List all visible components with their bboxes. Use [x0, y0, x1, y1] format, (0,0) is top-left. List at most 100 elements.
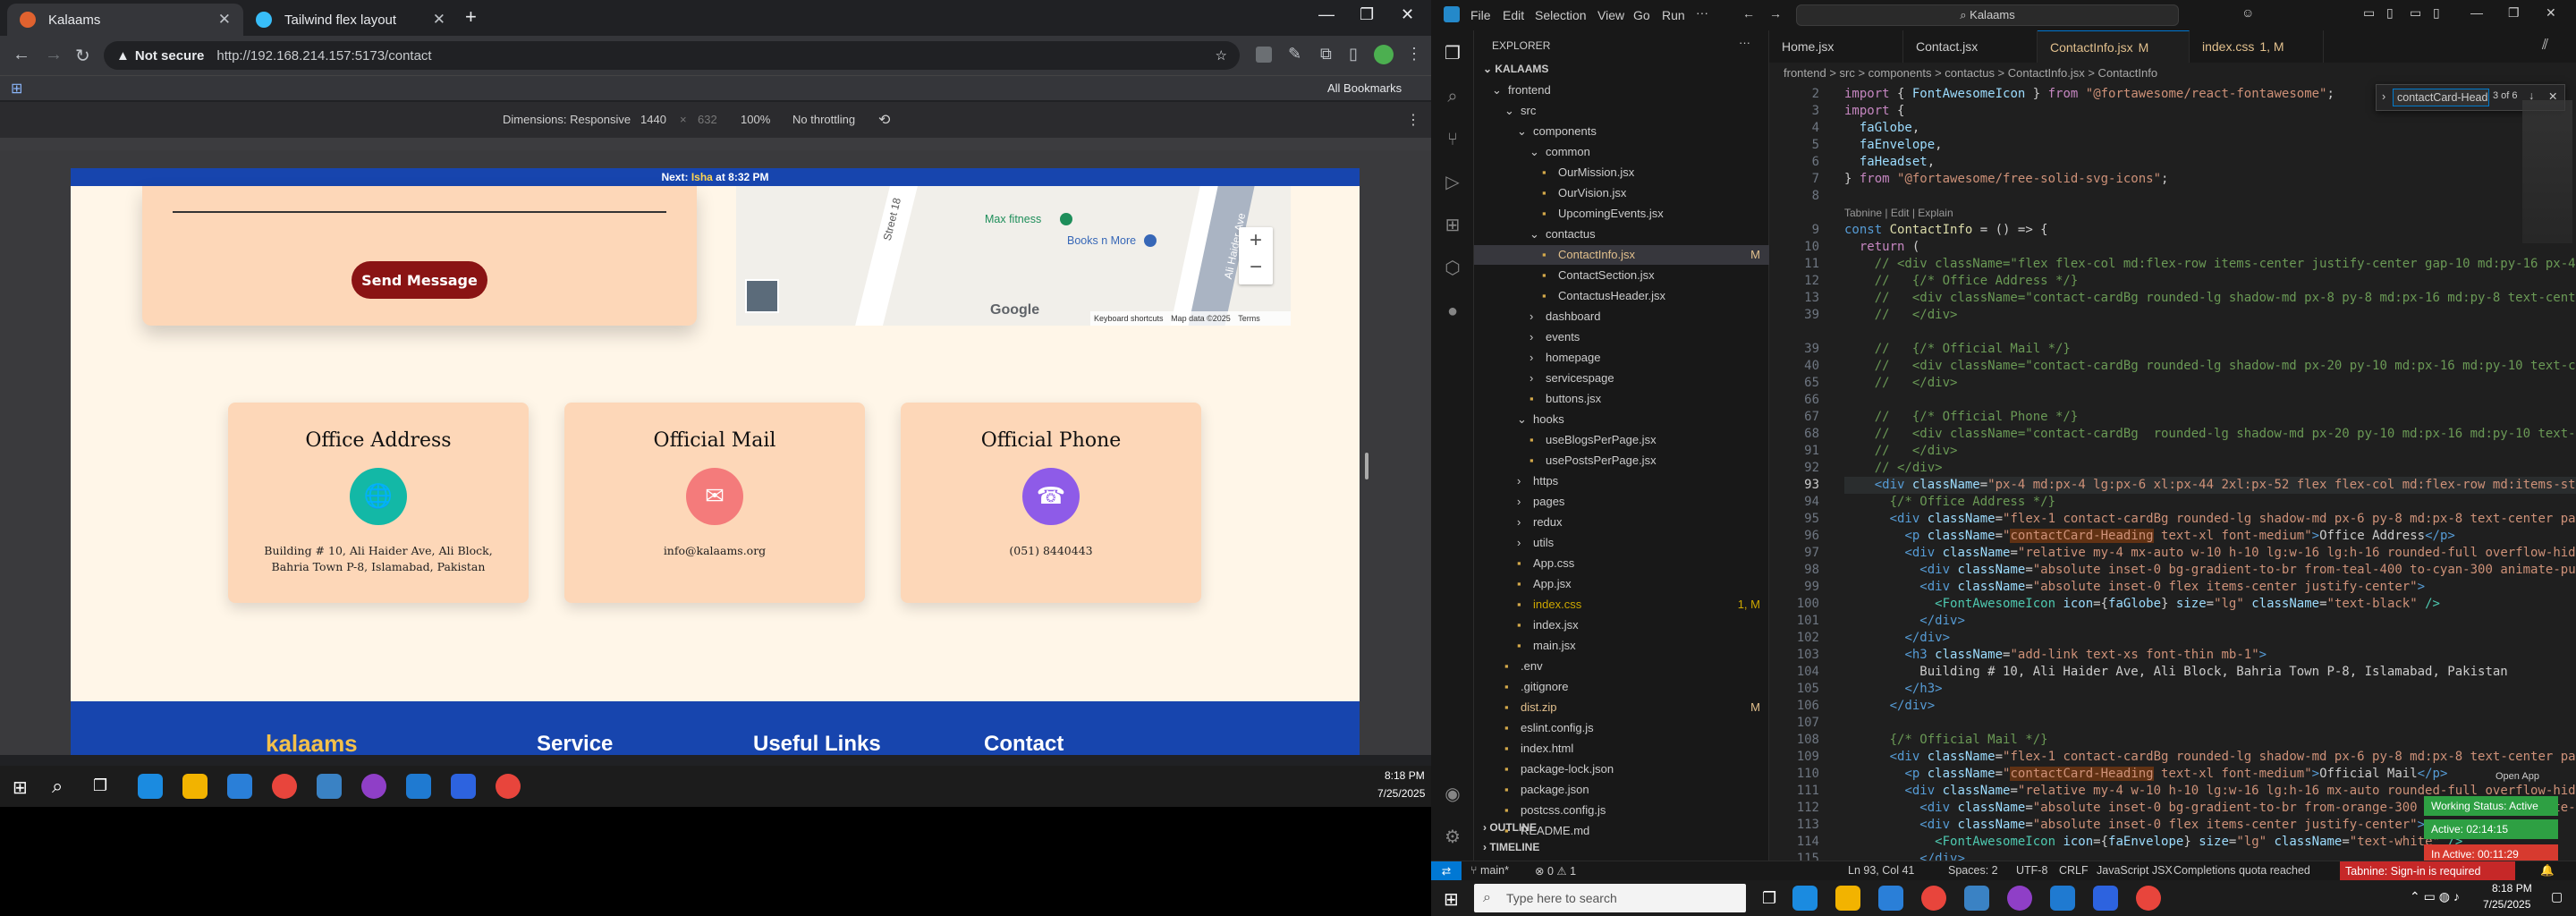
outline-section[interactable]: › OUTLINE	[1483, 821, 1537, 834]
windows-start-icon[interactable]: ⊞	[1444, 888, 1459, 911]
file-item[interactable]: ▪ App.jsx	[1474, 574, 1769, 594]
poi-books-n-more[interactable]: Books n More	[1067, 234, 1136, 247]
remote-indicator-icon[interactable]: ⇄	[1431, 861, 1462, 881]
search-icon[interactable]: ⌕	[52, 775, 63, 798]
folder-item[interactable]: › pages	[1474, 492, 1769, 512]
timeline-section[interactable]: › TIMELINE	[1483, 841, 1539, 853]
folder-item[interactable]: › events	[1474, 327, 1769, 347]
file-item[interactable]: ▪ package.json	[1474, 780, 1769, 800]
vscode-icon[interactable]	[2050, 886, 2075, 911]
file-item[interactable]: ▪ index.jsx	[1474, 615, 1769, 635]
profile-avatar[interactable]	[1374, 45, 1394, 64]
find-input[interactable]: contactCard-Heading	[2393, 89, 2489, 106]
file-item[interactable]: ▪ usePostsPerPage.jsx	[1474, 451, 1769, 471]
bookmark-star-icon[interactable]: ☆	[1216, 47, 1227, 64]
new-tab-icon[interactable]: +	[465, 5, 477, 29]
code-editor[interactable]: 2 import { FontAwesomeIcon } from "@forta…	[1769, 84, 2576, 868]
back-icon[interactable]: ←	[13, 45, 30, 65]
width-input[interactable]: 1440	[640, 113, 666, 126]
line-ending[interactable]: CRLF	[2059, 864, 2089, 877]
vscode-icon[interactable]	[406, 774, 431, 799]
height-input[interactable]: 632	[698, 113, 717, 126]
file-item[interactable]: ▪ ContactusHeader.jsx	[1474, 286, 1769, 306]
command-center[interactable]: ⌕ Kalaams	[1796, 4, 2179, 26]
menu-view[interactable]: View	[1597, 8, 1624, 22]
all-bookmarks[interactable]: All Bookmarks	[1327, 81, 1402, 95]
file-item[interactable]: ▪ useBlogsPerPage.jsx	[1474, 430, 1769, 450]
close-window-icon[interactable]: ✕	[1401, 5, 1414, 24]
forward-icon[interactable]: →	[45, 45, 63, 65]
github-desktop-icon[interactable]	[361, 774, 386, 799]
folder-item[interactable]: › dashboard	[1474, 307, 1769, 327]
file-item[interactable]: ▪ OurVision.jsx	[1474, 183, 1769, 203]
throttle-select[interactable]: No throttling	[792, 113, 855, 126]
folder-item[interactable]: ⌄ components	[1474, 122, 1769, 141]
source-control-icon[interactable]: ⑂	[1442, 129, 1463, 150]
menu-file[interactable]: File	[1470, 8, 1491, 22]
poi-max-fitness[interactable]: Max fitness	[985, 213, 1041, 225]
tab-kalaams[interactable]: Kalaams ✕	[7, 4, 243, 36]
folder-item[interactable]: › homepage	[1474, 348, 1769, 368]
folder-item[interactable]: › utils	[1474, 533, 1769, 553]
editor-tab[interactable]: index.css 1, M	[2190, 30, 2324, 63]
menu-selection[interactable]: Selection	[1535, 8, 1587, 22]
project-root[interactable]: ⌄ KALAAMS	[1483, 63, 1548, 75]
file-item[interactable]: ▪ .gitignore	[1474, 677, 1769, 697]
github-icon[interactable]: ⬡	[1442, 258, 1463, 279]
extensions-icon[interactable]: ⊞	[1442, 215, 1463, 236]
folder-item[interactable]: ⌄ src	[1474, 101, 1769, 121]
extension-icon[interactable]	[1256, 47, 1272, 63]
copilot-icon[interactable]: ☺	[2241, 5, 2254, 20]
chrome-icon[interactable]	[2136, 886, 2161, 911]
send-message-button[interactable]: Send Message	[352, 261, 487, 299]
folder-item[interactable]: ⌄ hooks	[1474, 410, 1769, 429]
apps-grid-icon[interactable]: ⊞	[11, 80, 22, 98]
file-item[interactable]: ▪ eslint.config.js	[1474, 718, 1769, 738]
app-icon[interactable]	[1964, 886, 1989, 911]
folder-item[interactable]: ⌄ contactus	[1474, 225, 1769, 244]
toggle-replace-icon[interactable]: ›	[2382, 90, 2385, 103]
language-mode[interactable]: JavaScript JSX	[2097, 864, 2173, 877]
run-debug-icon[interactable]: ▷	[1442, 172, 1463, 193]
edge-icon[interactable]	[1792, 886, 1818, 911]
edge-icon[interactable]	[138, 774, 163, 799]
nav-back-icon[interactable]: ←	[1742, 6, 1755, 21]
store-icon[interactable]	[1878, 886, 1903, 911]
menu-kebab-icon[interactable]: ⋮	[1406, 45, 1422, 64]
close-tab-icon[interactable]: ✕	[218, 11, 231, 29]
encoding[interactable]: UTF-8	[2016, 864, 2047, 877]
file-item[interactable]: ▪ OurMission.jsx	[1474, 163, 1769, 182]
menu-edit[interactable]: Edit	[1503, 8, 1524, 22]
notification-center-icon[interactable]: ▢	[2551, 889, 2563, 904]
search-icon[interactable]: ⌕	[1442, 86, 1463, 107]
file-item[interactable]: ▪ package-lock.json	[1474, 759, 1769, 779]
minimize-icon[interactable]: —	[2470, 5, 2483, 20]
task-view-icon[interactable]: ❐	[1762, 889, 1776, 908]
explorer-icon[interactable]: ❐	[1442, 43, 1463, 64]
zoom-icon[interactable]	[451, 774, 476, 799]
zoom-in-icon[interactable]: +	[1239, 227, 1273, 254]
chrome-icon[interactable]	[1921, 886, 1946, 911]
file-item[interactable]: ▪ buttons.jsx	[1474, 389, 1769, 409]
dimensions-select[interactable]: Dimensions: Responsive	[503, 113, 631, 126]
close-tab-icon[interactable]: ✕	[433, 11, 445, 29]
puzzle-icon[interactable]: ⧉	[1320, 45, 1332, 64]
file-item[interactable]: ▪ index.css 1, M	[1474, 595, 1769, 615]
folder-item[interactable]: › servicespage	[1474, 369, 1769, 388]
nav-forward-icon[interactable]: →	[1769, 6, 1782, 21]
layout-icon[interactable]: ▭	[2363, 5, 2375, 21]
terms-link[interactable]: Terms	[1238, 314, 1260, 323]
menu-go[interactable]: Go	[1633, 8, 1650, 22]
chrome-icon[interactable]	[272, 774, 297, 799]
file-item[interactable]: ▪ .env	[1474, 657, 1769, 676]
zoom-icon[interactable]	[2093, 886, 2118, 911]
sidebar-icon[interactable]: ▯	[1349, 45, 1358, 64]
copilot-quota[interactable]: Completions quota reached	[2174, 864, 2310, 877]
file-explorer-icon[interactable]	[182, 774, 208, 799]
indentation[interactable]: Spaces: 2	[1948, 864, 1998, 877]
menu-more-icon[interactable]: ···	[1696, 5, 1708, 20]
device-toolbar-menu-icon[interactable]: ⋮	[1406, 111, 1420, 129]
file-item[interactable]: ▪ UpcomingEvents.jsx	[1474, 204, 1769, 224]
open-app-link[interactable]: Open App	[2496, 771, 2539, 782]
task-view-icon[interactable]: ❐	[93, 776, 107, 795]
